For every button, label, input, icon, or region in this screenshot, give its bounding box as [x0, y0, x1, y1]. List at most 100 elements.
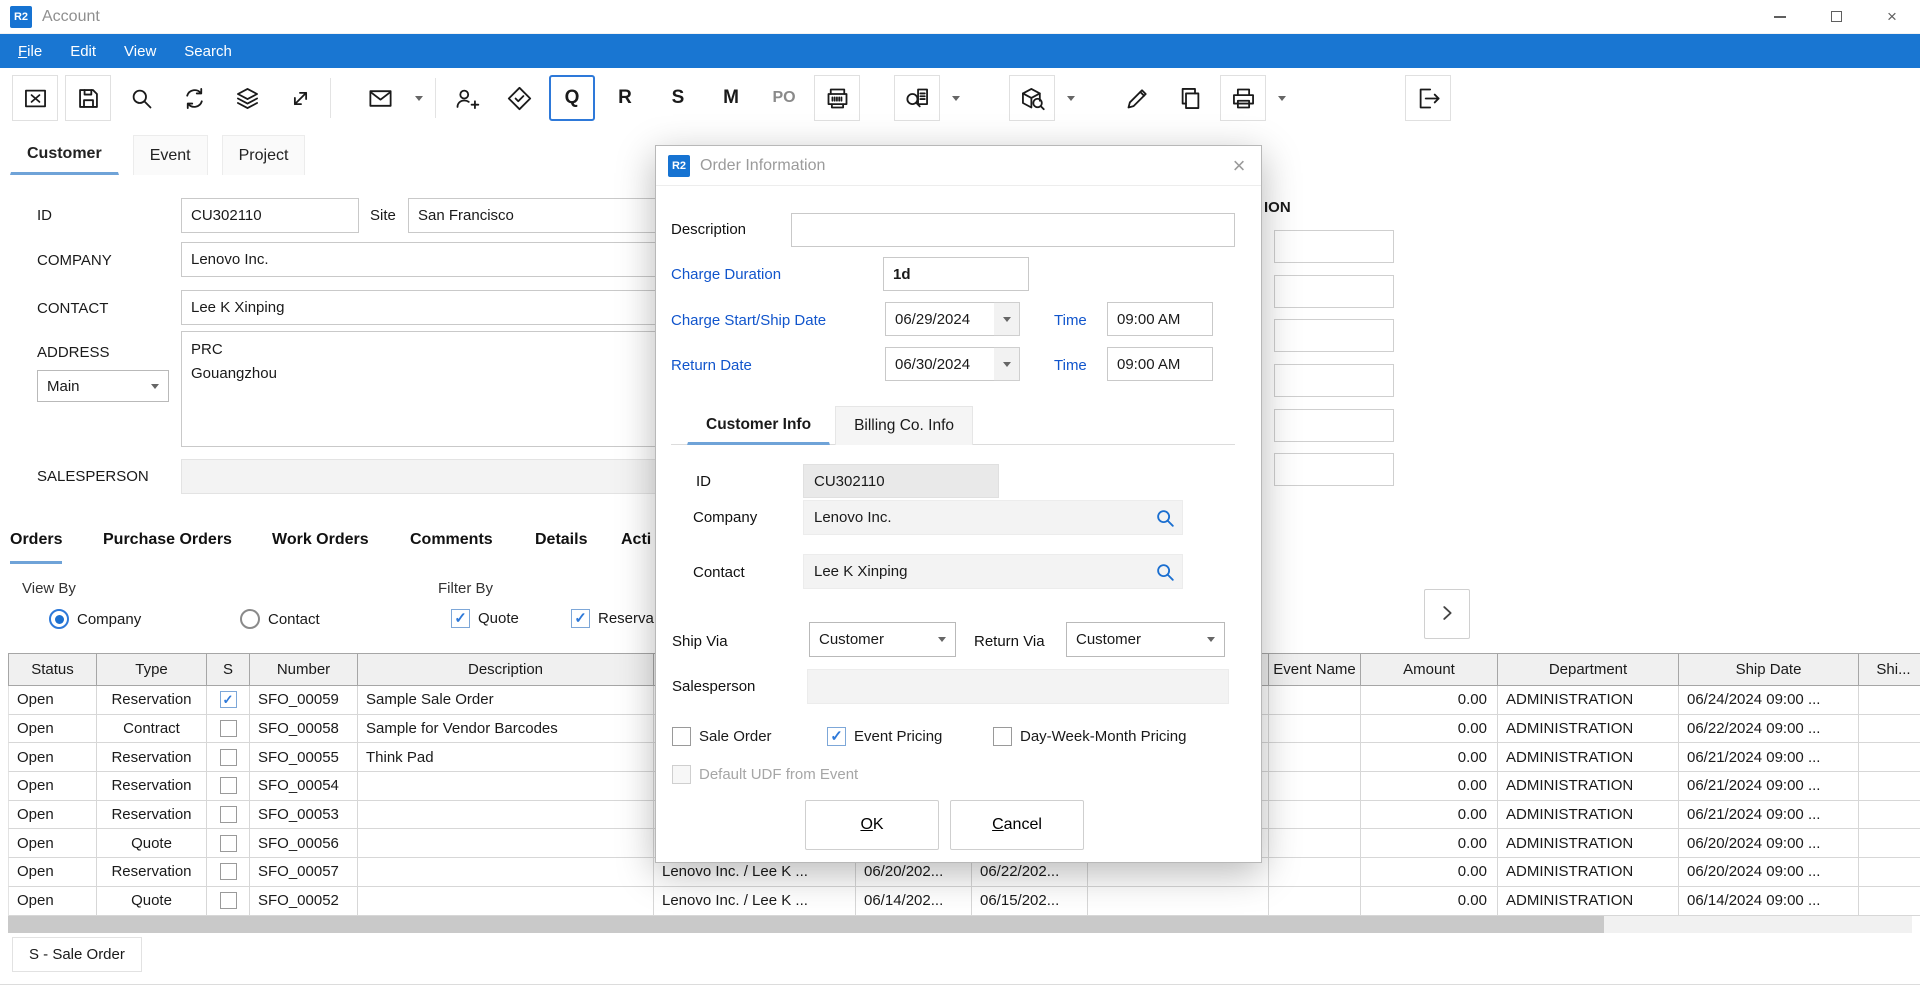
- orders-tab-purchase-orders[interactable]: Purchase Orders: [103, 531, 232, 564]
- return-date-dropdown[interactable]: [994, 347, 1020, 381]
- charge-start-date-input[interactable]: 06/29/2024: [885, 302, 995, 336]
- po-button[interactable]: PO: [761, 75, 807, 121]
- menu-search[interactable]: Search: [170, 34, 246, 68]
- close-record-button[interactable]: [12, 75, 58, 121]
- s-button[interactable]: S: [655, 75, 701, 121]
- r-button[interactable]: R: [602, 75, 648, 121]
- edit-button[interactable]: [1114, 75, 1160, 121]
- column-header-number[interactable]: Number: [250, 654, 358, 685]
- m-button[interactable]: M: [708, 75, 754, 121]
- orders-tab-work-orders[interactable]: Work Orders: [272, 531, 369, 564]
- row-checkbox[interactable]: [220, 806, 237, 823]
- radio-company[interactable]: [49, 609, 69, 629]
- detail-field[interactable]: [1274, 230, 1394, 263]
- return-date-input[interactable]: 06/30/2024: [885, 347, 995, 381]
- id-input[interactable]: CU302110: [181, 198, 359, 233]
- barcode-print-button[interactable]: [814, 75, 860, 121]
- column-header-department[interactable]: Department: [1498, 654, 1679, 685]
- site-input[interactable]: San Francisco: [408, 198, 670, 233]
- dialog-option-sale-order[interactable]: Sale Order: [672, 727, 772, 746]
- expand-panel-button[interactable]: [1424, 589, 1470, 639]
- menu-edit[interactable]: Edit: [56, 34, 110, 68]
- dialog-tab-customer-info[interactable]: Customer Info: [687, 406, 830, 445]
- dialog-salesperson-field[interactable]: [807, 669, 1229, 704]
- horizontal-scrollbar-thumb[interactable]: [8, 916, 1604, 933]
- document-search-button[interactable]: [894, 75, 940, 121]
- column-header-s[interactable]: S: [207, 654, 250, 685]
- print-button-dropdown[interactable]: [1273, 75, 1291, 121]
- email-button-dropdown[interactable]: [410, 75, 428, 121]
- package-search-button-dropdown[interactable]: [1062, 75, 1080, 121]
- detail-field[interactable]: [1274, 275, 1394, 308]
- exit-button[interactable]: [1405, 75, 1451, 121]
- tab-customer[interactable]: Customer: [10, 135, 119, 175]
- close-button[interactable]: ×: [1864, 0, 1920, 33]
- detail-field[interactable]: [1274, 453, 1394, 486]
- view-by-option-contact[interactable]: Contact: [240, 609, 320, 629]
- radio-contact[interactable]: [240, 609, 260, 629]
- checkbox-day-week-month-pricing[interactable]: [993, 727, 1012, 746]
- column-header-amount[interactable]: Amount: [1361, 654, 1498, 685]
- view-by-option-company[interactable]: Company: [49, 609, 141, 629]
- menu-view[interactable]: View: [110, 34, 170, 68]
- expand-button[interactable]: [277, 75, 323, 121]
- detail-field[interactable]: [1274, 409, 1394, 442]
- dialog-close-button[interactable]: ×: [1217, 146, 1261, 185]
- filter-option-quote[interactable]: ✓Quote: [451, 609, 519, 628]
- email-button[interactable]: [357, 75, 403, 121]
- row-checkbox[interactable]: [220, 863, 237, 880]
- charge-start-date-dropdown[interactable]: [994, 302, 1020, 336]
- layers-button[interactable]: [224, 75, 270, 121]
- dialog-contact-field[interactable]: Lee K Xinping: [803, 554, 1183, 589]
- row-checkbox[interactable]: [220, 720, 237, 737]
- document-search-button-dropdown[interactable]: [947, 75, 965, 121]
- row-checkbox[interactable]: ✓: [220, 691, 237, 708]
- table-row[interactable]: OpenQuoteSFO_00052Lenovo Inc. / Lee K ..…: [8, 887, 1920, 916]
- company-search-icon[interactable]: [1154, 507, 1176, 529]
- refresh-button[interactable]: [171, 75, 217, 121]
- dialog-tab-billing-co-info[interactable]: Billing Co. Info: [835, 406, 973, 445]
- add-contact-button[interactable]: [443, 75, 489, 121]
- cancel-button[interactable]: Cancel: [950, 800, 1084, 850]
- express-button[interactable]: [496, 75, 542, 121]
- description-input[interactable]: [791, 213, 1235, 247]
- return-via-select[interactable]: Customer: [1066, 622, 1225, 657]
- charge-duration-input[interactable]: 1d: [883, 257, 1029, 291]
- search-button[interactable]: [118, 75, 164, 121]
- minimize-button[interactable]: [1752, 0, 1808, 33]
- ok-button[interactable]: OK: [805, 800, 939, 850]
- package-search-button[interactable]: [1009, 75, 1055, 121]
- column-header-extra[interactable]: Shi...: [1859, 654, 1920, 685]
- horizontal-scrollbar[interactable]: [8, 916, 1912, 933]
- dialog-title-bar[interactable]: R2 Order Information ×: [656, 146, 1261, 186]
- contact-search-icon[interactable]: [1154, 561, 1176, 583]
- orders-tab-acti[interactable]: Acti: [621, 531, 651, 564]
- column-header-status[interactable]: Status: [9, 654, 97, 685]
- orders-tab-comments[interactable]: Comments: [410, 531, 493, 564]
- checkbox-reserva[interactable]: ✓: [571, 609, 590, 628]
- checkbox-quote[interactable]: ✓: [451, 609, 470, 628]
- row-checkbox[interactable]: [220, 892, 237, 909]
- row-checkbox[interactable]: [220, 835, 237, 852]
- dialog-option-event-pricing[interactable]: ✓Event Pricing: [827, 727, 942, 746]
- default-udf-checkbox[interactable]: [672, 765, 691, 784]
- column-header-event_name[interactable]: Event Name: [1269, 654, 1361, 685]
- ship-via-select[interactable]: Customer: [809, 622, 956, 657]
- row-checkbox[interactable]: [220, 749, 237, 766]
- checkbox-sale-order[interactable]: [672, 727, 691, 746]
- checkbox-event-pricing[interactable]: ✓: [827, 727, 846, 746]
- column-header-description[interactable]: Description: [358, 654, 654, 685]
- filter-option-reserva[interactable]: ✓Reserva: [571, 609, 654, 628]
- maximize-button[interactable]: [1808, 0, 1864, 33]
- copy-button[interactable]: [1167, 75, 1213, 121]
- tab-project[interactable]: Project: [222, 135, 306, 175]
- orders-tab-details[interactable]: Details: [535, 531, 587, 564]
- save-button[interactable]: [65, 75, 111, 121]
- column-header-type[interactable]: Type: [97, 654, 207, 685]
- tab-event[interactable]: Event: [133, 135, 208, 175]
- charge-start-time-input[interactable]: 09:00 AM: [1107, 302, 1213, 336]
- dialog-company-field[interactable]: Lenovo Inc.: [803, 500, 1183, 535]
- orders-tab-orders[interactable]: Orders: [10, 531, 62, 564]
- dialog-option-day-week-month-pricing[interactable]: Day-Week-Month Pricing: [993, 727, 1186, 746]
- row-checkbox[interactable]: [220, 777, 237, 794]
